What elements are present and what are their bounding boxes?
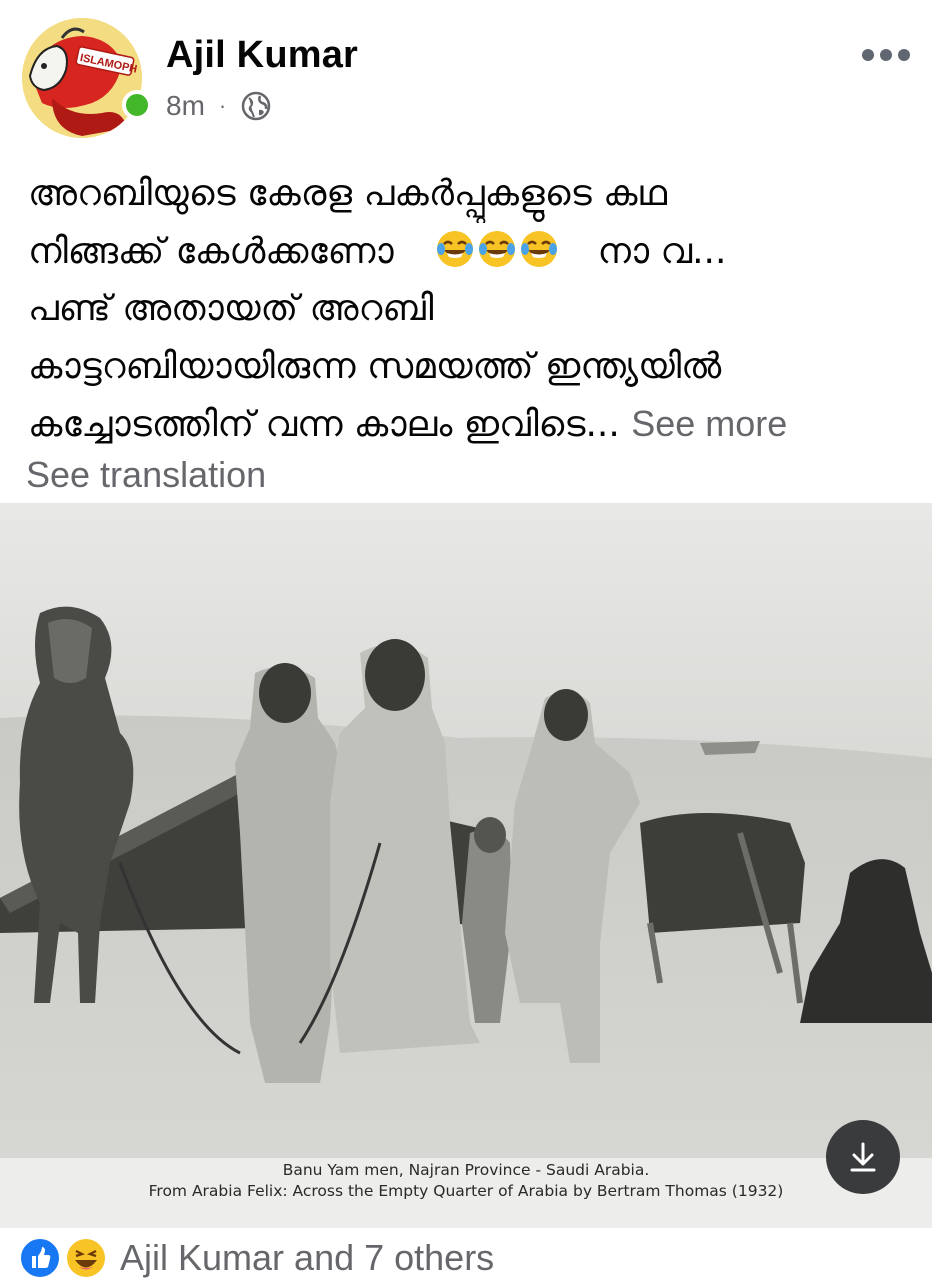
globe-icon[interactable] bbox=[240, 90, 272, 122]
post-meta: 8m · bbox=[166, 90, 272, 122]
photo-caption-line2: From Arabia Felix: Across the Empty Quar… bbox=[148, 1182, 784, 1200]
reaction-icons bbox=[18, 1236, 114, 1280]
post-text-line: പണ്ട് അതായത് അറബി bbox=[28, 288, 434, 329]
reactions-summary[interactable]: Ajil Kumar and 7 others bbox=[18, 1236, 494, 1280]
see-more-link[interactable]: See more bbox=[631, 403, 787, 444]
post-text-line: അറബിയുടെ കേരള പകർപ്പുകളുടെ കഥ bbox=[28, 173, 668, 214]
reactions-text[interactable]: Ajil Kumar and 7 others bbox=[120, 1237, 494, 1279]
see-translation-link[interactable]: See translation bbox=[26, 454, 266, 496]
laughing-tears-emoji-icon bbox=[520, 230, 557, 267]
post-text-line: കച്ചോടത്തിന് വന്ന കാലം ഇവിടെ... See more bbox=[28, 395, 918, 454]
laughing-tears-emoji-icon bbox=[436, 230, 473, 267]
post-header: ISLAMOPH Ajil Kumar 8m · bbox=[0, 0, 932, 150]
like-icon bbox=[18, 1236, 62, 1280]
avatar-image: ISLAMOPH bbox=[22, 18, 142, 138]
historical-photo-image bbox=[0, 503, 932, 1228]
more-options-icon[interactable] bbox=[862, 40, 910, 70]
haha-icon bbox=[64, 1236, 108, 1280]
laughing-tears-emoji-icon bbox=[478, 230, 515, 267]
post-photo[interactable] bbox=[0, 503, 932, 1228]
post-text-line: നിങ്ങക്ക് കേൾക്കണോ നാ വ... bbox=[28, 223, 918, 281]
post-body: അറബിയുടെ കേരള പകർപ്പുകളുടെ കഥ നിങ്ങക്ക് … bbox=[28, 165, 918, 454]
post-time[interactable]: 8m bbox=[166, 90, 205, 122]
author-name[interactable]: Ajil Kumar bbox=[166, 34, 358, 77]
post-text-segment: കച്ചോടത്തിന് വന്ന കാലം ഇവിടെ... bbox=[28, 404, 620, 445]
photo-caption: Banu Yam men, Najran Province - Saudi Ar… bbox=[0, 1160, 932, 1202]
online-status-dot bbox=[122, 90, 152, 120]
post-text-segment: നാ വ... bbox=[597, 230, 727, 272]
post-text-line: കാട്ടറബിയായിരുന്ന സമയത്ത് ഇന്ത്യയിൽ bbox=[28, 345, 722, 387]
photo-caption-line1: Banu Yam men, Najran Province - Saudi Ar… bbox=[282, 1161, 650, 1179]
author-avatar[interactable]: ISLAMOPH bbox=[22, 18, 142, 138]
download-icon[interactable] bbox=[826, 1120, 900, 1194]
post-text-segment: നിങ്ങക്ക് കേൾക്കണോ bbox=[28, 230, 394, 272]
meta-separator: · bbox=[218, 93, 227, 118]
